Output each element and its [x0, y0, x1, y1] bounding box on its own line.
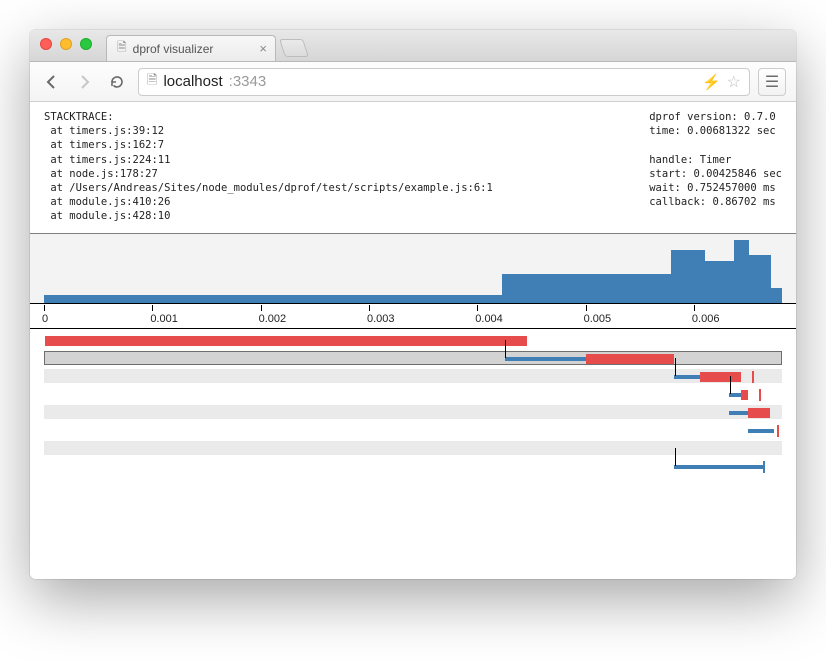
overview-bar	[502, 274, 591, 303]
stat-line: callback: 0.86702 ms	[649, 196, 775, 208]
stacktrace-line: at timers.js:224:11	[44, 154, 170, 166]
wait-segment	[748, 429, 774, 433]
timeline-row[interactable]	[44, 405, 782, 419]
stats-block: dprof version: 0.7.0 time: 0.00681322 se…	[649, 110, 782, 223]
end-cap	[777, 425, 779, 437]
url-port: :3343	[229, 73, 267, 90]
time-axis: 0 0.001 0.002 0.003 0.004 0.005 0.006	[30, 304, 796, 328]
callback-segment	[741, 390, 748, 400]
timeline-row[interactable]	[44, 423, 782, 437]
stat-line: handle: Timer	[649, 154, 731, 166]
end-cap	[763, 461, 765, 473]
empty-space	[30, 489, 796, 579]
wait-segment	[674, 375, 700, 379]
overview-bar	[44, 295, 502, 303]
overview-bar	[705, 261, 735, 304]
overview-bar	[749, 255, 771, 303]
connector-line	[505, 340, 506, 358]
callback-segment	[748, 408, 770, 418]
wait-segment	[505, 357, 586, 361]
arrow-right-icon	[76, 74, 92, 90]
axis-tick-label: 0.006	[692, 313, 720, 325]
info-pane: STACKTRACE: at timers.js:39:12 at timers…	[30, 102, 796, 234]
tab-bar: 🗎 dprof visualizer ×	[30, 30, 796, 62]
stat-line: time: 0.00681322 sec	[649, 125, 775, 137]
wait-segment	[729, 411, 747, 415]
axis-tick-label: 0.001	[150, 313, 178, 325]
bolt-icon: ⚡	[702, 73, 721, 91]
axis-tick-label: 0.005	[584, 313, 612, 325]
new-tab-button[interactable]	[279, 39, 309, 57]
bookmark-star-icon[interactable]: ☆	[727, 72, 741, 92]
axis-tick-label: 0.003	[367, 313, 395, 325]
stacktrace-line: at module.js:410:26	[44, 196, 170, 208]
stacktrace-line: at node.js:178:27	[44, 168, 158, 180]
overview-bar	[590, 274, 671, 303]
timeline-row[interactable]	[44, 369, 782, 383]
browser-tab[interactable]: 🗎 dprof visualizer ×	[106, 35, 276, 61]
overview-bar	[671, 250, 704, 304]
axis-tick-label: 0.002	[259, 313, 287, 325]
connector-line	[675, 358, 676, 376]
stacktrace-line: at module.js:428:10	[44, 210, 170, 222]
site-icon: 🗎	[147, 71, 157, 93]
end-cap	[759, 389, 761, 401]
forward-button[interactable]	[72, 70, 96, 94]
connector-line	[675, 448, 676, 466]
timeline-row[interactable]	[44, 441, 782, 455]
timeline-lanes[interactable]	[30, 328, 796, 489]
overview-bar	[734, 240, 749, 303]
stacktrace-line: at timers.js:39:12	[44, 125, 164, 137]
overview-bar	[771, 288, 782, 303]
back-button[interactable]	[40, 70, 64, 94]
timeline-row[interactable]	[44, 459, 782, 473]
arrow-left-icon	[44, 74, 60, 90]
tab-title: dprof visualizer	[133, 42, 214, 56]
stat-line: wait: 0.752457000 ms	[649, 182, 775, 194]
timeline-row[interactable]	[44, 387, 782, 401]
stacktrace-line: at /Users/Andreas/Sites/node_modules/dpr…	[44, 182, 493, 194]
timeline-row[interactable]	[44, 351, 782, 365]
timeline-row[interactable]	[44, 333, 782, 347]
axis-tick-label: 0.004	[475, 313, 503, 325]
page-content: STACKTRACE: at timers.js:39:12 at timers…	[30, 102, 796, 579]
stacktrace-line: at timers.js:162:7	[44, 139, 164, 151]
reload-button[interactable]	[104, 69, 130, 95]
stat-line: dprof version: 0.7.0	[649, 111, 775, 123]
axis-tick-label: 0	[42, 313, 48, 325]
end-cap	[752, 371, 754, 383]
minimize-window-button[interactable]	[60, 38, 72, 50]
overview-chart[interactable]	[30, 234, 796, 304]
connector-line	[730, 376, 731, 394]
page-icon: 🗎	[117, 38, 127, 59]
stacktrace-header: STACKTRACE:	[44, 111, 114, 123]
reload-icon	[109, 74, 125, 90]
callback-segment	[586, 354, 674, 364]
close-tab-icon[interactable]: ×	[259, 41, 267, 56]
window-controls	[40, 38, 92, 50]
close-window-button[interactable]	[40, 38, 52, 50]
stacktrace-block: STACKTRACE: at timers.js:39:12 at timers…	[44, 110, 493, 223]
address-bar[interactable]: 🗎 localhost :3343 ⚡ ☆	[138, 68, 750, 96]
toolbar: 🗎 localhost :3343 ⚡ ☆ ☰	[30, 62, 796, 102]
hamburger-menu-button[interactable]: ☰	[758, 68, 786, 96]
wait-segment	[674, 465, 762, 469]
zoom-window-button[interactable]	[80, 38, 92, 50]
stat-line: start: 0.00425846 sec	[649, 168, 782, 180]
callback-segment	[700, 372, 740, 382]
callback-segment	[45, 336, 527, 346]
url-host: localhost	[163, 73, 222, 90]
browser-window: 🗎 dprof visualizer × 🗎 localhost :3343 ⚡ …	[30, 30, 796, 579]
